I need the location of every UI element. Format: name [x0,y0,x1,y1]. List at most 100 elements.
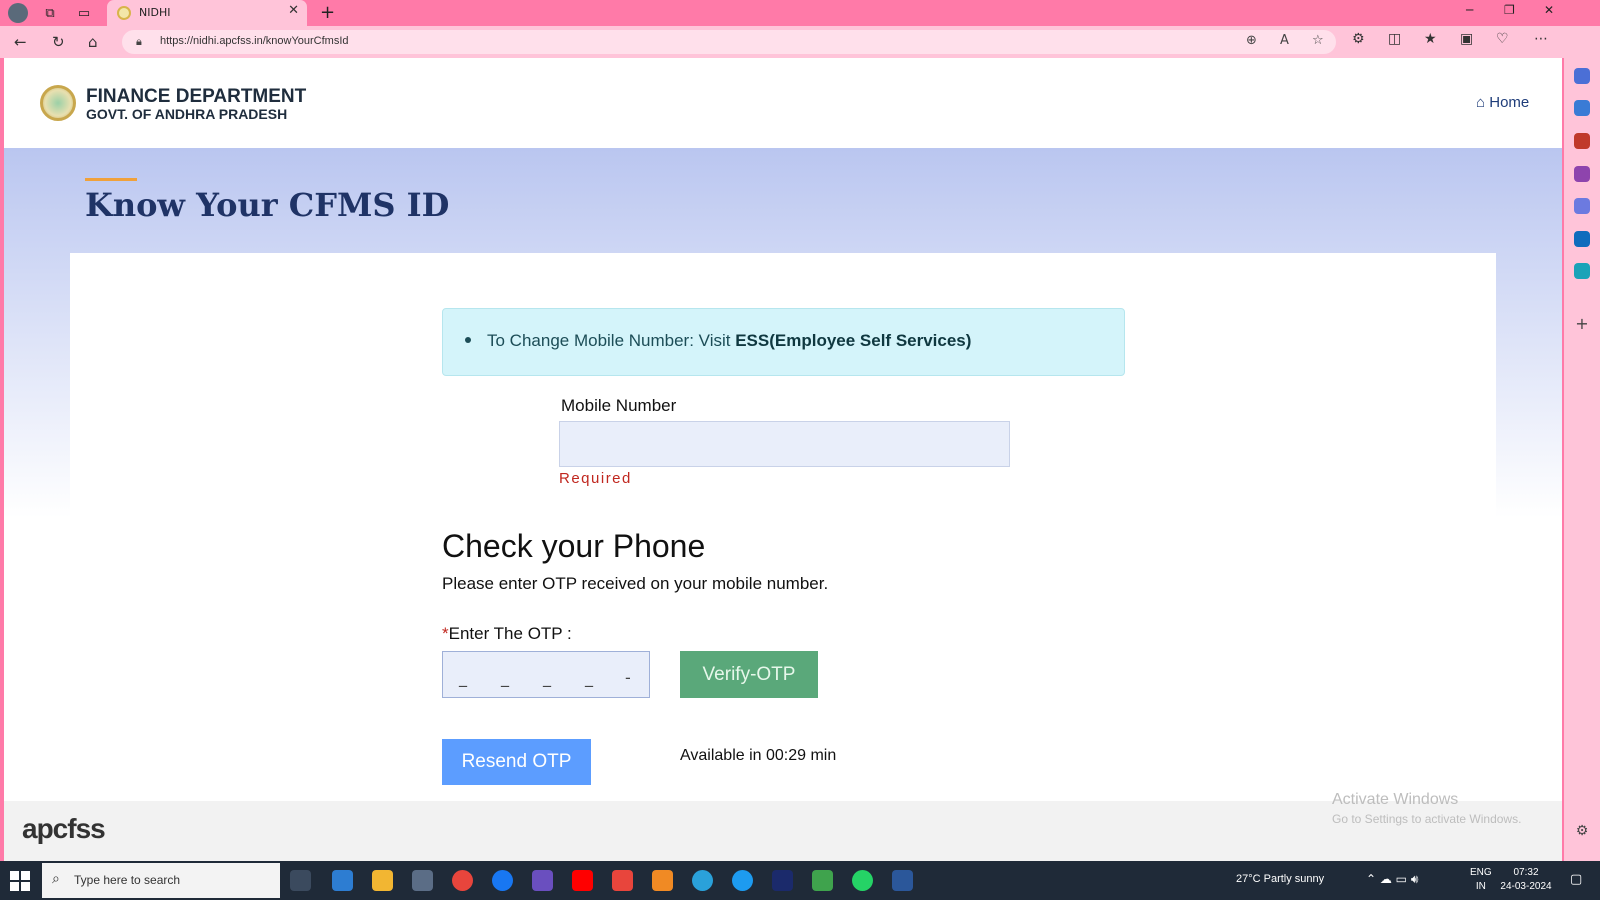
more-options-icon[interactable]: ⋯ [1534,31,1548,47]
otp-input[interactable]: _ _ _ _ - [442,651,650,698]
required-mark: * [442,624,449,643]
alert-text: To Change Mobile Number: Visit ESS(Emplo… [487,331,971,351]
refresh-icon[interactable]: ↻ [52,33,65,51]
sidebar-send-icon[interactable] [1574,263,1590,279]
home-browser-icon[interactable]: ⌂ [88,33,98,51]
mobile-number-input[interactable] [559,421,1010,467]
close-window-icon[interactable]: ✕ [1544,3,1554,17]
ap-emblem-icon [40,85,76,121]
facebook-icon[interactable] [492,870,513,891]
activate-windows-subtitle: Go to Settings to activate Windows. [1332,812,1522,826]
site-footer: apcfss [4,801,1562,861]
sidebar-tools-icon[interactable] [1574,133,1590,149]
anydesk-icon[interactable] [612,870,633,891]
new-tab-icon[interactable]: + [320,2,335,23]
favorite-star-icon[interactable]: ☆ [1312,33,1324,48]
taskbar-search-placeholder: Type here to search [74,873,181,887]
tab-close-icon[interactable]: ✕ [288,3,299,18]
ess-link[interactable]: ESS(Employee Self Services) [735,331,971,350]
page-title: Know Your CFMS ID [85,186,450,224]
sidebar-outlook-icon[interactable] [1574,231,1590,247]
check-phone-subtext: Please enter OTP received on your mobile… [442,574,829,593]
app-icon[interactable] [532,870,553,891]
tab-title: NIDHI [139,6,171,19]
tab-favicon-icon [117,6,131,20]
weather-widget[interactable]: 27°C Partly sunny [1236,873,1324,885]
store-icon[interactable] [332,870,353,891]
system-tray-icons[interactable]: ⌃ ☁ ▭ 🔊︎ [1366,872,1418,887]
verify-otp-button[interactable]: Verify-OTP [680,651,818,698]
profile-avatar-icon[interactable] [8,3,28,23]
govt-name: GOVT. OF ANDHRA PRADESH [86,106,288,122]
edge-icon[interactable] [732,870,753,891]
vlc-icon[interactable] [652,870,673,891]
utorrent-icon[interactable] [812,870,833,891]
home-link-label: Home [1489,94,1530,111]
site-header: FINANCE DEPARTMENT GOVT. OF ANDHRA PRADE… [4,58,1562,148]
sidebar-add-icon[interactable]: + [1574,316,1590,332]
site-info-icon[interactable]: 🔒︎ [136,35,142,49]
extensions-icon[interactable]: ⚙ [1352,31,1365,47]
home-icon: ⌂ [1476,94,1490,111]
mobile-number-label: Mobile Number [561,396,677,415]
taskbar-clock[interactable]: 07:32 24-03-2024 [1500,866,1552,894]
telegram-icon[interactable] [692,870,713,891]
clock-time: 07:32 [1513,867,1539,878]
sidebar-shopping-icon[interactable] [1574,100,1590,116]
otp-label: *Enter The OTP : [442,624,572,644]
chrome-icon[interactable] [452,870,473,891]
clock-date: 24-03-2024 [1500,881,1552,892]
workspaces-icon[interactable]: ⧉ [40,3,60,23]
split-screen-icon[interactable]: ◫ [1388,31,1401,47]
sidebar-search-icon[interactable] [1574,68,1590,84]
word-icon[interactable] [892,870,913,891]
lang-code: ENG [1470,867,1492,878]
otp-slot: _ [501,668,509,687]
title-accent-bar [85,178,137,181]
app-icon[interactable] [772,870,793,891]
required-error: Required [559,470,632,487]
taskbar-search[interactable]: ⌕ Type here to search [42,863,280,898]
resend-otp-button[interactable]: Resend OTP [442,739,591,785]
info-alert: To Change Mobile Number: Visit ESS(Emplo… [442,308,1125,376]
dept-name: FINANCE DEPARTMENT [86,86,307,107]
otp-slot: _ [459,668,467,687]
bullet-icon [465,337,471,343]
task-view-icon[interactable] [290,870,311,891]
otp-slot: - [625,668,631,687]
whatsapp-icon[interactable] [852,870,873,891]
zoom-icon[interactable]: ⊕ [1246,33,1257,48]
back-icon[interactable]: ← [14,33,27,51]
windows-start-icon[interactable] [10,871,30,891]
minimize-icon[interactable]: ─ [1466,3,1473,17]
alert-message: To Change Mobile Number: Visit [487,331,736,350]
browser-tab[interactable]: NIDHI ✕ [107,0,307,26]
browser-title-bar: ⧉ ▭ NIDHI ✕ + ─ ❐ ✕ [0,0,1600,26]
web-page: FINANCE DEPARTMENT GOVT. OF ANDHRA PRADE… [4,58,1562,861]
sidebar-settings-icon[interactable]: ⚙ [1574,823,1590,839]
otp-slot: _ [585,668,593,687]
home-link[interactable]: ⌂ Home [1476,94,1529,111]
collections-icon[interactable]: ▣ [1460,31,1473,47]
activate-windows-title: Activate Windows [1332,791,1459,808]
lang-region: IN [1475,881,1486,892]
otp-slot: _ [543,668,551,687]
search-icon: ⌕ [52,871,60,887]
otp-label-text: Enter The OTP : [448,624,572,643]
tab-actions-icon[interactable]: ▭ [74,3,94,23]
favorites-icon[interactable]: ★ [1424,31,1437,47]
restore-icon[interactable]: ❐ [1504,3,1515,17]
url-text[interactable]: https://nidhi.apcfss.in/knowYourCfmsId [160,35,349,47]
language-indicator[interactable]: ENG IN [1470,866,1492,894]
sidebar-games-icon[interactable] [1574,166,1590,182]
browser-sidebar: + ⚙ [1564,58,1600,861]
address-bar[interactable]: 🔒︎ https://nidhi.apcfss.in/knowYourCfmsI… [122,30,1336,54]
notifications-icon[interactable]: ▢ [1570,872,1582,887]
sidebar-office-icon[interactable] [1574,198,1590,214]
file-explorer-icon[interactable] [372,870,393,891]
youtube-icon[interactable] [572,870,593,891]
check-phone-heading: Check your Phone [442,528,706,564]
read-aloud-icon[interactable]: A [1280,33,1289,48]
app-icon[interactable] [412,870,433,891]
browser-essentials-icon[interactable]: ♡ [1496,31,1509,47]
